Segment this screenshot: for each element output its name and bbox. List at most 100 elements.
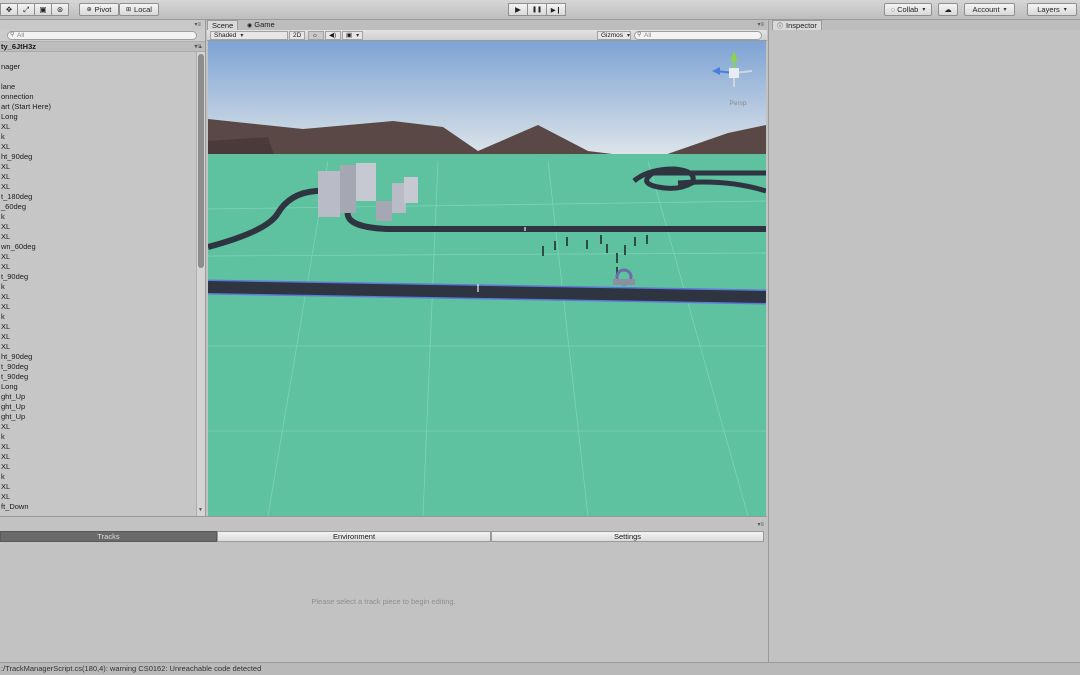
hierarchy-item[interactable]: t_90deg <box>0 272 196 282</box>
hierarchy-item[interactable]: XL <box>0 302 196 312</box>
playback-controls: ▶ ❚❚ ▶❙ <box>508 3 566 16</box>
hierarchy-item[interactable]: _60deg <box>0 202 196 212</box>
scene-root-row[interactable]: ty_6JtH3z ▾≡ <box>0 42 205 52</box>
scene-viewport[interactable] <box>208 41 766 516</box>
hierarchy-item[interactable]: XL <box>0 142 196 152</box>
rect-tool-button[interactable]: ▣ <box>34 3 52 16</box>
hierarchy-item[interactable]: t_90deg <box>0 362 196 372</box>
hierarchy-item[interactable]: lane <box>0 82 196 92</box>
shading-mode-dropdown[interactable]: Shaded <box>210 31 288 40</box>
hierarchy-item[interactable]: k <box>0 312 196 322</box>
hierarchy-item[interactable]: nager <box>0 62 196 72</box>
hierarchy-item[interactable]: k <box>0 472 196 482</box>
hierarchy-item[interactable]: Long <box>0 382 196 392</box>
hierarchy-item[interactable]: art (Start Here) <box>0 102 196 112</box>
console-warning-text: :/TrackManagerScript.cs(180,4): warning … <box>1 664 262 673</box>
hierarchy-item[interactable]: XL <box>0 172 196 182</box>
tab-scene-label: Scene <box>212 21 234 30</box>
projection-label[interactable]: Persp <box>727 100 749 107</box>
account-dropdown[interactable]: Account <box>964 3 1015 16</box>
cloud-icon: ☁ <box>944 5 952 14</box>
hierarchy-item[interactable]: XL <box>0 322 196 332</box>
lighting-toggle[interactable]: ☼ <box>308 31 324 40</box>
hierarchy-item[interactable]: k <box>0 282 196 292</box>
audio-toggle[interactable]: ◀) <box>325 31 341 40</box>
pivot-toggle-button[interactable]: ⊕ Pivot <box>79 3 119 16</box>
hierarchy-item[interactable]: XL <box>0 122 196 132</box>
hierarchy-item[interactable]: XL <box>0 492 196 502</box>
hierarchy-search-input[interactable]: ⚲ All <box>7 31 197 40</box>
local-icon: ⊞ <box>126 7 132 13</box>
hierarchy-item[interactable]: XL <box>0 452 196 462</box>
hierarchy-item[interactable]: k <box>0 132 196 142</box>
hierarchy-item[interactable]: ght_Up <box>0 392 196 402</box>
step-icon: ▶❙ <box>550 6 562 14</box>
tab-environment[interactable]: Environment <box>217 531 491 542</box>
move-tool-button[interactable]: ✥ <box>0 3 18 16</box>
tab-inspector-label: Inspector <box>786 21 817 30</box>
local-label: Local <box>134 5 152 14</box>
hierarchy-item[interactable]: ft_Down <box>0 502 196 512</box>
hierarchy-scrollbar[interactable]: ▲ ▼ <box>196 44 205 516</box>
hierarchy-item[interactable]: t_180deg <box>0 192 196 202</box>
tab-settings[interactable]: Settings <box>491 531 764 542</box>
scroll-down-arrow-icon[interactable]: ▼ <box>198 507 203 513</box>
hierarchy-item[interactable] <box>0 72 196 82</box>
scene-panel-menu-icon[interactable]: ▾≡ <box>757 21 764 28</box>
tab-scene[interactable]: Scene <box>207 20 239 30</box>
hierarchy-item[interactable]: XL <box>0 462 196 472</box>
panel-menu-icon[interactable]: ▾≡ <box>194 21 201 28</box>
unity-editor-window: ✥ ⤢ ▣ ⊛ ⊕Pivot ⊞Local ▶ ❚❚ ▶❙ ◌Collab ☁ … <box>0 0 1080 675</box>
hierarchy-item[interactable]: ght_Up <box>0 402 196 412</box>
hierarchy-item[interactable]: XL <box>0 182 196 192</box>
hierarchy-scroll-thumb[interactable] <box>198 54 204 268</box>
pause-button[interactable]: ❚❚ <box>527 3 547 16</box>
hierarchy-item[interactable]: ght_Up <box>0 412 196 422</box>
hierarchy-item[interactable]: Long <box>0 112 196 122</box>
hierarchy-item[interactable]: XL <box>0 422 196 432</box>
hierarchy-header: ▾≡ <box>0 20 205 30</box>
hierarchy-item[interactable]: wn_60deg <box>0 242 196 252</box>
effects-dropdown[interactable]: ▣ <box>342 31 363 40</box>
status-bar[interactable]: :/TrackManagerScript.cs(180,4): warning … <box>0 662 1080 675</box>
tab-tracks[interactable]: Tracks <box>0 531 217 542</box>
hierarchy-item[interactable]: XL <box>0 162 196 172</box>
hierarchy-item[interactable]: XL <box>0 482 196 492</box>
play-button[interactable]: ▶ <box>508 3 528 16</box>
hierarchy-item[interactable]: XL <box>0 342 196 352</box>
scale-tool-button[interactable]: ⤢ <box>17 3 35 16</box>
bottom-panel-menu-icon[interactable]: ▾≡ <box>757 521 764 528</box>
transform-tools: ✥ ⤢ ▣ ⊛ <box>0 3 69 16</box>
hierarchy-item[interactable]: XL <box>0 222 196 232</box>
gizmos-dropdown[interactable]: Gizmos <box>597 31 631 40</box>
hierarchy-item[interactable]: t_90deg <box>0 372 196 382</box>
step-button[interactable]: ▶❙ <box>546 3 566 16</box>
layers-dropdown[interactable]: Layers <box>1027 3 1077 16</box>
hierarchy-item[interactable]: XL <box>0 262 196 272</box>
search-icon: ⚲ <box>637 32 642 38</box>
tab-game[interactable]: ◉ Game <box>243 20 279 30</box>
transform-tool-icon: ⊛ <box>56 5 64 14</box>
layers-label: Layers <box>1037 5 1060 14</box>
tab-inspector[interactable]: ⓘ Inspector <box>772 20 822 30</box>
hierarchy-item[interactable]: XL <box>0 442 196 452</box>
collab-label: Collab <box>897 5 919 14</box>
hierarchy-item[interactable]: k <box>0 212 196 222</box>
transform-tool-button[interactable]: ⊛ <box>51 3 69 16</box>
hierarchy-search-bar: ⚲ All <box>0 30 205 42</box>
hierarchy-item[interactable]: ht_90deg <box>0 152 196 162</box>
hierarchy-item[interactable]: k <box>0 432 196 442</box>
hierarchy-item[interactable]: XL <box>0 252 196 262</box>
hierarchy-item[interactable]: XL <box>0 232 196 242</box>
hierarchy-item[interactable]: XL <box>0 332 196 342</box>
scene-search-input[interactable]: ⚲ All <box>634 31 762 40</box>
toggle-2d-button[interactable]: 2D <box>289 31 305 40</box>
scroll-up-arrow-icon[interactable]: ▲ <box>198 44 203 50</box>
collab-dropdown[interactable]: ◌ Collab <box>884 3 932 16</box>
local-toggle-button[interactable]: ⊞ Local <box>119 3 159 16</box>
cloud-button[interactable]: ☁ <box>938 3 958 16</box>
hierarchy-item[interactable]: ht_90deg <box>0 352 196 362</box>
hierarchy-item[interactable]: onnection <box>0 92 196 102</box>
move-tool-icon: ✥ <box>5 5 13 14</box>
hierarchy-item[interactable]: XL <box>0 292 196 302</box>
